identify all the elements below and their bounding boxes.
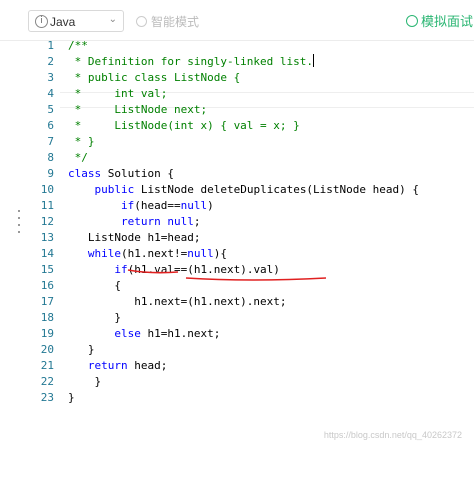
chevron-down-icon: ⌄ [108, 14, 117, 25]
watermark: https://blog.csdn.net/qq_40262372 [323, 430, 462, 440]
line-number: 1 [47, 39, 54, 52]
code-text: { [68, 279, 121, 292]
code-line: 19 else h1=h1.next; [0, 326, 474, 342]
line-number: 14 [40, 247, 54, 260]
line-number: 15 [40, 263, 54, 276]
code-text: class Solution { [68, 167, 174, 180]
line-number: 11 [40, 199, 54, 212]
code-line: 5 * ListNode next; [0, 102, 474, 118]
line-number: 16 [40, 279, 54, 292]
line-number: 18 [40, 311, 54, 324]
line-number: 7 [47, 135, 54, 148]
code-text: * ListNode(int x) { val = x; } [68, 119, 300, 132]
code-line: 22 } [0, 374, 474, 390]
code-line: 18 } [0, 310, 474, 326]
line-number: 8 [47, 151, 54, 164]
code-line: 3 * public class ListNode { [0, 70, 474, 86]
toggle-icon [136, 16, 147, 27]
code-line: 14 while(h1.next!=null){ [0, 246, 474, 262]
code-text: } [68, 311, 121, 324]
code-text: * Definition for singly-linked list. [68, 54, 315, 68]
code-text: return null; [120, 215, 201, 228]
code-text: * ListNode next; [68, 103, 208, 116]
code-text: } [68, 391, 75, 404]
code-text: /** [68, 39, 88, 52]
code-line: 23} [0, 390, 474, 406]
line-number: 5 [47, 103, 54, 116]
code-text: */ [68, 151, 88, 164]
line-number: 22 [40, 375, 54, 388]
clock-icon [406, 15, 418, 27]
line-number: 12 [40, 215, 54, 228]
code-line: 16 { [0, 278, 474, 294]
code-editor[interactable]: 1 /** 2 * Definition for singly-linked lis… [0, 38, 474, 406]
line-number: 10 [40, 183, 54, 196]
code-text: else h1=h1.next; [114, 327, 221, 340]
editor-toolbar: i Java ⌄ 智能模式 模拟面试 [0, 0, 474, 41]
code-lines: 1 /** 2 * Definition for singly-linked lis… [0, 38, 474, 406]
code-text: } [68, 343, 95, 356]
code-line: 15 if(h1.val==(h1.next).val) [0, 262, 474, 278]
mock-interview-label: 模拟面试 [421, 14, 474, 29]
code-line: 4 * int val; [0, 86, 474, 102]
code-line: 13 ListNode h1=head; [0, 230, 474, 246]
smart-mode-toggle[interactable]: 智能模式 [136, 13, 199, 30]
code-line: 20 } [0, 342, 474, 358]
code-line: 21 return head; [0, 358, 474, 374]
code-line: 10 public ListNode deleteDuplicates(List… [0, 182, 474, 198]
line-number: 6 [47, 119, 54, 132]
code-text: if(h1.val==(h1.next).val) [114, 263, 280, 276]
code-text: return head; [87, 359, 168, 372]
line-number: 4 [47, 87, 54, 100]
code-text: * public class ListNode { [68, 71, 241, 84]
line-number: 20 [40, 343, 54, 356]
code-line: 2 * Definition for singly-linked list. [0, 54, 474, 70]
code-line: 1 /** [0, 38, 474, 54]
code-line: 7 * } [0, 134, 474, 150]
line-number: 13 [40, 231, 54, 244]
line-number: 23 [40, 391, 54, 404]
info-icon: i [35, 15, 48, 28]
code-line: 17 h1.next=(h1.next).next; [0, 294, 474, 310]
code-text: public ListNode deleteDuplicates(ListNod… [94, 183, 420, 196]
code-line: 8 */ [0, 150, 474, 166]
code-text: } [68, 375, 102, 388]
code-line: 9 class Solution { [0, 166, 474, 182]
language-select[interactable]: i Java ⌄ [28, 10, 124, 32]
line-number: 19 [40, 327, 54, 340]
code-text: while(h1.next!=null){ [87, 247, 227, 260]
code-line: 6 * ListNode(int x) { val = x; } [0, 118, 474, 134]
code-text: * int val; [68, 87, 168, 100]
language-label: Java [50, 15, 76, 29]
smart-mode-label: 智能模式 [151, 15, 200, 29]
code-text: h1.next=(h1.next).next; [68, 295, 287, 308]
line-number: 2 [47, 55, 54, 68]
line-number: 9 [47, 167, 54, 180]
line-number: 17 [40, 295, 54, 308]
line-number: 3 [47, 71, 54, 84]
mock-interview-button[interactable]: 模拟面试 [406, 11, 473, 30]
code-text: * } [68, 135, 95, 148]
line-number: 21 [40, 359, 54, 372]
code-text: ListNode h1=head; [68, 231, 201, 244]
code-text: if(head==null) [120, 199, 214, 212]
text-cursor [313, 54, 315, 67]
code-line: 11 if(head==null) [0, 198, 474, 214]
code-line: 12 return null; [0, 214, 474, 230]
